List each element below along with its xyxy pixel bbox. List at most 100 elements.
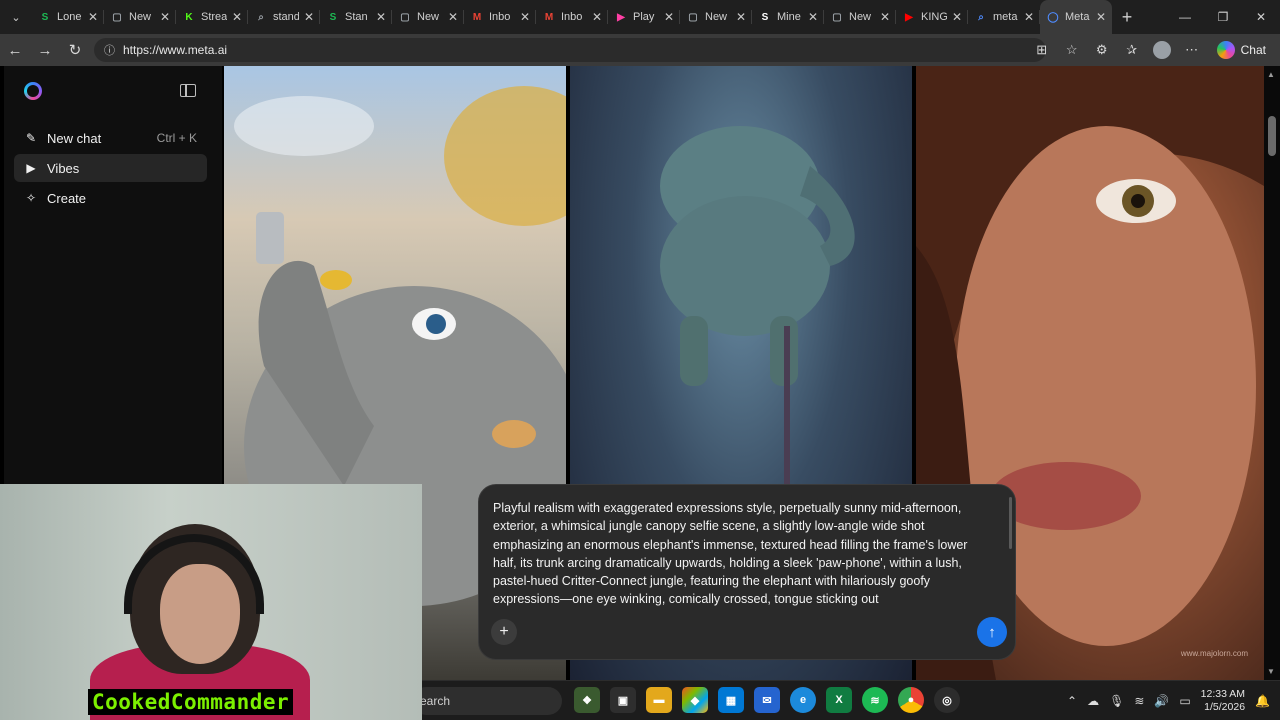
split-screen-icon[interactable]: ⊞	[1029, 37, 1055, 63]
s-icon: S	[41, 11, 49, 23]
tab-title: New	[849, 11, 872, 23]
excel-icon[interactable]: X	[826, 687, 852, 713]
kick-icon: K	[185, 11, 193, 23]
wifi-icon[interactable]: ≋	[1134, 694, 1144, 708]
chrome-icon[interactable]: ●	[898, 687, 924, 713]
browser-tab[interactable]: K Strea ✕	[176, 0, 248, 34]
close-tab-icon[interactable]: ✕	[808, 10, 818, 24]
forward-icon[interactable]: →	[30, 34, 60, 66]
edge-icon[interactable]: e	[790, 687, 816, 713]
close-tab-icon[interactable]: ✕	[520, 10, 530, 24]
task-view-icon[interactable]: ▣	[610, 687, 636, 713]
close-tab-icon[interactable]: ✕	[232, 10, 242, 24]
sidebar-item-new-chat[interactable]: ✎ New chat Ctrl + K	[14, 124, 207, 152]
close-tab-icon[interactable]: ✕	[664, 10, 674, 24]
browser-tab[interactable]: M Inbo ✕	[464, 0, 536, 34]
copilot-app-icon[interactable]: ◆	[682, 687, 708, 713]
outlook-icon[interactable]: ✉	[754, 687, 780, 713]
new-tab-icon: ▢	[688, 11, 698, 23]
new-tab-icon: ▢	[112, 11, 122, 23]
back-icon[interactable]: ←	[0, 34, 30, 66]
system-tray: ⌃ ☁ 🎙 ≋ 🔊 ▭ 12:33 AM 1/5/2026 🔔	[1067, 681, 1270, 720]
browser-tab[interactable]: ▢ New ✕	[680, 0, 752, 34]
new-tab-button[interactable]: +	[1112, 0, 1142, 34]
close-window-icon[interactable]: ✕	[1242, 0, 1280, 34]
scroll-down-icon[interactable]: ▼	[1267, 667, 1275, 676]
page-scrollbar[interactable]: ▲ ▼	[1264, 66, 1280, 680]
tab-title: New	[417, 11, 440, 23]
browser-tab[interactable]: ⌕ stand ✕	[248, 0, 320, 34]
more-menu-icon[interactable]: ⋯	[1179, 37, 1205, 63]
edit-icon: ✎	[25, 131, 37, 145]
battery-icon[interactable]: ▭	[1179, 694, 1190, 708]
maximize-icon[interactable]: ❐	[1204, 0, 1242, 34]
close-tab-icon[interactable]: ✕	[880, 10, 890, 24]
tab-title: Lone	[57, 11, 82, 23]
search-icon: ⌕	[258, 11, 264, 23]
attach-plus-icon[interactable]: +	[491, 619, 517, 645]
file-explorer-icon[interactable]: ▬	[646, 687, 672, 713]
prompt-input[interactable]: Playful realism with exaggerated express…	[493, 499, 991, 607]
new-tab-icon: ▢	[832, 11, 842, 23]
close-tab-icon[interactable]: ✕	[952, 10, 962, 24]
tab-actions-menu-icon[interactable]: ⌄	[0, 0, 32, 34]
close-tab-icon[interactable]: ✕	[448, 10, 458, 24]
browser-tab[interactable]: M Inbo ✕	[536, 0, 608, 34]
browser-tab[interactable]: S Stan ✕	[320, 0, 392, 34]
minimize-icon[interactable]: —	[1166, 0, 1204, 34]
browser-tab[interactable]: S Mine ✕	[752, 0, 824, 34]
copilot-chat-button[interactable]: Chat	[1209, 38, 1274, 62]
browser-tab[interactable]: ▢ New ✕	[824, 0, 896, 34]
store-icon[interactable]: ▦	[718, 687, 744, 713]
extensions-icon[interactable]: ⚙	[1089, 37, 1115, 63]
clock[interactable]: 12:33 AM 1/5/2026	[1201, 688, 1245, 714]
play-icon: ▶	[617, 11, 625, 23]
favorite-star-icon[interactable]: ☆	[1059, 37, 1085, 63]
sidebar-toggle-icon[interactable]	[180, 84, 196, 97]
microphone-icon[interactable]: 🎙	[1109, 694, 1124, 708]
widgets-icon[interactable]: ❖	[574, 687, 600, 713]
notifications-icon[interactable]: 🔔	[1255, 694, 1270, 708]
volume-icon[interactable]: 🔊	[1154, 694, 1169, 708]
send-arrow-icon[interactable]: ↑	[977, 617, 1007, 647]
address-bar[interactable]: ⓘ https://www.meta.ai	[94, 38, 1046, 62]
browser-tab[interactable]: ▢ New ✕	[392, 0, 464, 34]
profile-avatar[interactable]	[1149, 37, 1175, 63]
gmail-icon: M	[472, 11, 482, 23]
close-tab-icon[interactable]: ✕	[1096, 10, 1106, 24]
meta-icon: ◯	[1047, 11, 1059, 23]
browser-tab[interactable]: ▢ New ✕	[104, 0, 176, 34]
close-tab-icon[interactable]: ✕	[736, 10, 746, 24]
sidebar-item-create[interactable]: ✧ Create	[14, 184, 207, 212]
site-info-icon[interactable]: ⓘ	[104, 42, 115, 58]
scroll-up-icon[interactable]: ▲	[1267, 70, 1275, 79]
browser-tab[interactable]: ▶ Play ✕	[608, 0, 680, 34]
taskbar-search-field[interactable]: earch	[412, 687, 562, 715]
browser-tab[interactable]: S Lone ✕	[32, 0, 104, 34]
url-text: https://www.meta.ai	[123, 43, 228, 57]
tab-title: New	[129, 11, 152, 23]
close-tab-icon[interactable]: ✕	[1024, 10, 1034, 24]
close-tab-icon[interactable]: ✕	[592, 10, 602, 24]
search-placeholder: earch	[420, 694, 451, 708]
scroll-thumb[interactable]	[1268, 116, 1276, 156]
composer-scrollbar[interactable]	[1009, 497, 1012, 549]
browser-tab[interactable]: ⌕ meta ✕	[968, 0, 1040, 34]
favorites-icon[interactable]: ✰	[1119, 37, 1145, 63]
browser-tab[interactable]: ▶ KING ✕	[896, 0, 968, 34]
obs-icon[interactable]: ◎	[934, 687, 960, 713]
close-tab-icon[interactable]: ✕	[304, 10, 314, 24]
show-hidden-icons-icon[interactable]: ⌃	[1067, 694, 1077, 708]
s-icon: S	[761, 11, 769, 23]
spotify-icon[interactable]: ≋	[862, 687, 888, 713]
close-tab-icon[interactable]: ✕	[376, 10, 386, 24]
reload-icon[interactable]: ↻	[60, 34, 90, 66]
sparkle-icon: ✧	[25, 191, 37, 205]
onedrive-icon[interactable]: ☁	[1087, 694, 1099, 708]
browser-tab[interactable]: ◯ Meta ✕	[1040, 0, 1112, 34]
close-tab-icon[interactable]: ✕	[88, 10, 98, 24]
streamer-name-label: CookedCommander	[88, 689, 294, 715]
close-tab-icon[interactable]: ✕	[160, 10, 170, 24]
sidebar-item-vibes[interactable]: ▶ Vibes	[14, 154, 207, 182]
meta-ai-logo-icon[interactable]	[24, 82, 42, 100]
